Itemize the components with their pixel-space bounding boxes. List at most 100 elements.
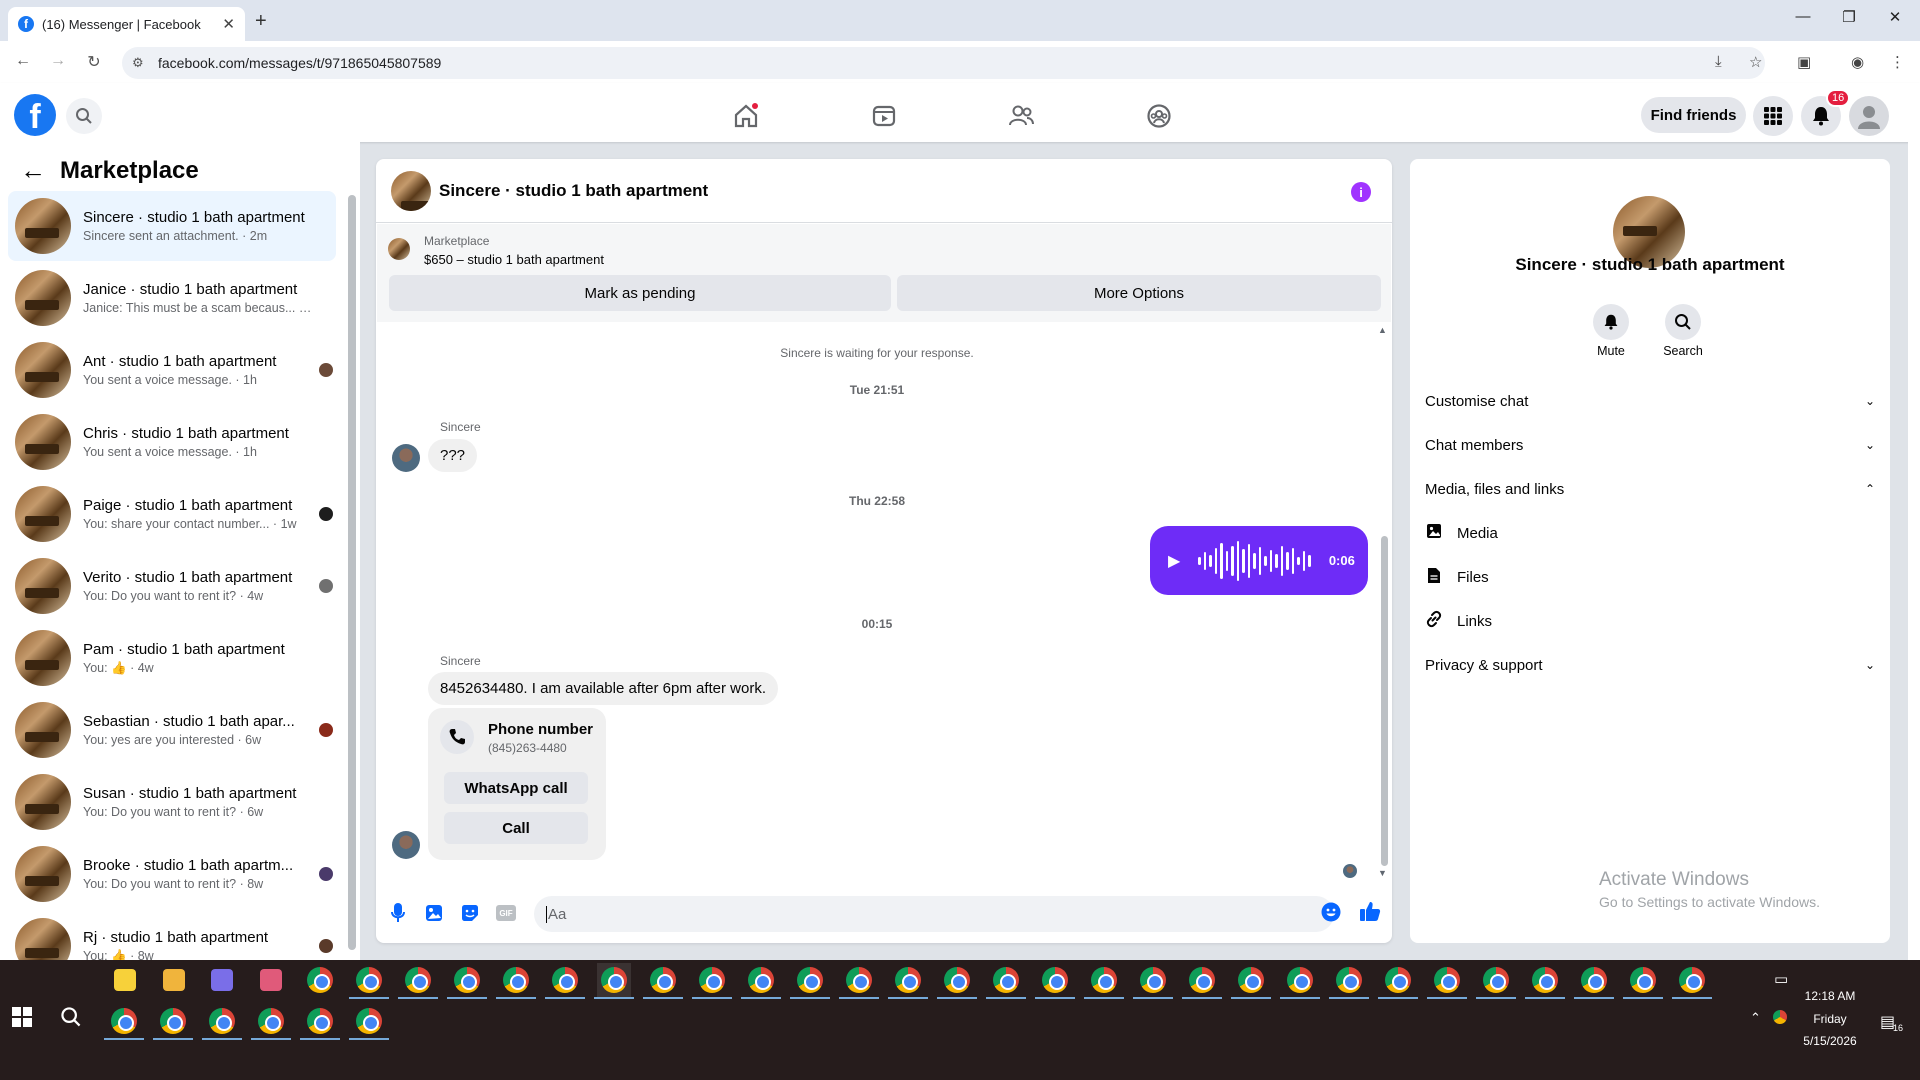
- windows-start-icon[interactable]: [12, 1007, 34, 1029]
- sender-avatar[interactable]: [392, 444, 420, 472]
- chrome-window-icon[interactable]: [1381, 963, 1415, 997]
- media-row[interactable]: Media: [1425, 511, 1875, 555]
- chrome-window-icon[interactable]: [1185, 963, 1219, 997]
- chrome-window-icon[interactable]: [695, 963, 729, 997]
- chrome-window-icon[interactable]: [303, 1004, 337, 1038]
- chrome-window-icon[interactable]: [205, 1004, 239, 1038]
- chrome-window-icon[interactable]: [1087, 963, 1121, 997]
- chrome-window-icon[interactable]: [1332, 963, 1366, 997]
- friends-icon[interactable]: [1004, 99, 1038, 133]
- sticky-notes-icon[interactable]: [108, 963, 142, 997]
- chrome-window-icon[interactable]: [254, 1004, 288, 1038]
- chrome-window-icon[interactable]: [1430, 963, 1464, 997]
- voice-message[interactable]: ▶ 0:06: [1150, 526, 1368, 595]
- home-icon[interactable]: [729, 99, 763, 133]
- paint-icon[interactable]: [254, 963, 288, 997]
- site-info-icon[interactable]: ⚙: [132, 55, 144, 71]
- microphone-icon[interactable]: [387, 902, 409, 924]
- chrome-window-icon[interactable]: [646, 963, 680, 997]
- chrome-window-icon[interactable]: [597, 963, 631, 997]
- video-icon[interactable]: [867, 99, 901, 133]
- chrome-window-icon[interactable]: [1626, 963, 1660, 997]
- media-files-links-row[interactable]: Media, files and links ⌃: [1425, 467, 1875, 511]
- chrome-window-icon[interactable]: [156, 1004, 190, 1038]
- chat-avatar[interactable]: [391, 170, 431, 211]
- sticker-icon[interactable]: [459, 902, 481, 924]
- mute-bell-icon[interactable]: [1593, 304, 1629, 340]
- chrome-window-icon[interactable]: [1234, 963, 1268, 997]
- gif-icon[interactable]: GIF: [495, 902, 517, 924]
- chrome-window-icon[interactable]: [1479, 963, 1513, 997]
- chat-scrollbar[interactable]: [1381, 536, 1388, 866]
- incoming-message[interactable]: ???: [428, 439, 478, 472]
- forward-icon[interactable]: →: [47, 52, 69, 70]
- message-input[interactable]: Aa: [534, 896, 1334, 932]
- chrome-window-icon[interactable]: [1136, 963, 1170, 997]
- new-tab-icon[interactable]: +: [255, 10, 267, 33]
- conversation-item[interactable]: Paige · studio 1 bath apartment You: shar…: [8, 479, 336, 549]
- back-arrow-icon[interactable]: ←: [20, 155, 46, 186]
- chrome-window-icon[interactable]: [352, 1004, 386, 1038]
- incoming-message[interactable]: 8452634480. I am available after 6pm aft…: [428, 672, 779, 705]
- chrome-window-icon[interactable]: [1528, 963, 1562, 997]
- conversation-item[interactable]: Susan · studio 1 bath apartment You: Do y…: [8, 767, 336, 837]
- emoji-icon[interactable]: [1320, 901, 1342, 923]
- bookmark-star-icon[interactable]: ☆: [1749, 53, 1762, 71]
- privacy-support-row[interactable]: Privacy & support ⌄: [1425, 643, 1875, 687]
- chrome-window-icon[interactable]: [1675, 963, 1709, 997]
- files-row[interactable]: Files: [1425, 555, 1875, 599]
- listing-title[interactable]: $650 – studio 1 bath apartment: [424, 252, 604, 267]
- search-conversation-icon[interactable]: [1665, 304, 1701, 340]
- search-icon[interactable]: [66, 98, 102, 134]
- taskbar-search-icon[interactable]: [60, 1006, 82, 1033]
- conversation-item[interactable]: Sincere · studio 1 bath apartment Sincere…: [8, 191, 336, 261]
- profile-icon[interactable]: ◉: [1851, 53, 1864, 71]
- close-window-icon[interactable]: ✕: [1872, 8, 1918, 26]
- tray-chevron-up-icon[interactable]: ⌃: [1750, 1010, 1761, 1026]
- scroll-up-icon[interactable]: ▲: [1378, 325, 1387, 335]
- close-tab-icon[interactable]: ✕: [222, 15, 235, 33]
- copilot-icon[interactable]: [205, 963, 239, 997]
- page-scrollbar[interactable]: [1908, 90, 1920, 960]
- conversation-item[interactable]: Brooke · studio 1 bath apartm... You: Do …: [8, 839, 336, 909]
- play-icon[interactable]: ▶: [1168, 551, 1180, 571]
- address-bar[interactable]: facebook.com/messages/t/971865045807589: [122, 47, 1765, 79]
- chrome-window-icon[interactable]: [107, 1004, 141, 1038]
- chrome-window-icon[interactable]: [940, 963, 974, 997]
- menu-grid-icon[interactable]: [1753, 96, 1793, 136]
- customise-chat-row[interactable]: Customise chat ⌄: [1425, 379, 1875, 423]
- scroll-down-icon[interactable]: ▼: [1378, 868, 1387, 878]
- chrome-window-icon[interactable]: [303, 963, 337, 997]
- chat-title[interactable]: Sincere · studio 1 bath apartment: [439, 181, 708, 201]
- sender-avatar[interactable]: [392, 831, 420, 859]
- tray-display-icon[interactable]: ▭: [1774, 970, 1788, 988]
- back-icon[interactable]: ←: [12, 52, 34, 70]
- conversation-item[interactable]: Chris · studio 1 bath apartment You sent …: [8, 407, 336, 477]
- reload-icon[interactable]: ↻: [83, 52, 105, 72]
- tray-chrome-icon[interactable]: [1773, 1010, 1787, 1024]
- chrome-window-icon[interactable]: [744, 963, 778, 997]
- chrome-window-icon[interactable]: [989, 963, 1023, 997]
- whatsapp-call-button[interactable]: WhatsApp call: [444, 772, 588, 804]
- clock-time[interactable]: 12:18 AM: [1790, 989, 1870, 1003]
- conversation-item[interactable]: Sebastian · studio 1 bath apar... You: ye…: [8, 695, 336, 765]
- chrome-window-icon[interactable]: [1283, 963, 1317, 997]
- info-icon[interactable]: i: [1351, 182, 1371, 202]
- conversation-scrollbar[interactable]: [348, 195, 356, 950]
- tab-search-icon[interactable]: ▣: [1797, 53, 1811, 71]
- chrome-window-icon[interactable]: [548, 963, 582, 997]
- links-row[interactable]: Links: [1425, 599, 1875, 643]
- browser-tab[interactable]: f (16) Messenger | Facebook ✕: [8, 7, 245, 41]
- restore-icon[interactable]: ❐: [1826, 8, 1872, 26]
- conversation-item[interactable]: Ant · studio 1 bath apartment You sent a …: [8, 335, 336, 405]
- find-friends-button[interactable]: Find friends: [1641, 97, 1746, 133]
- chrome-window-icon[interactable]: [1577, 963, 1611, 997]
- install-app-icon[interactable]: ⤓: [1715, 53, 1722, 70]
- more-options-button[interactable]: More Options: [897, 275, 1381, 311]
- groups-icon[interactable]: [1142, 99, 1176, 133]
- file-explorer-icon[interactable]: [157, 963, 191, 997]
- chrome-window-icon[interactable]: [499, 963, 533, 997]
- photo-icon[interactable]: [423, 902, 445, 924]
- chrome-window-icon[interactable]: [450, 963, 484, 997]
- chrome-window-icon[interactable]: [401, 963, 435, 997]
